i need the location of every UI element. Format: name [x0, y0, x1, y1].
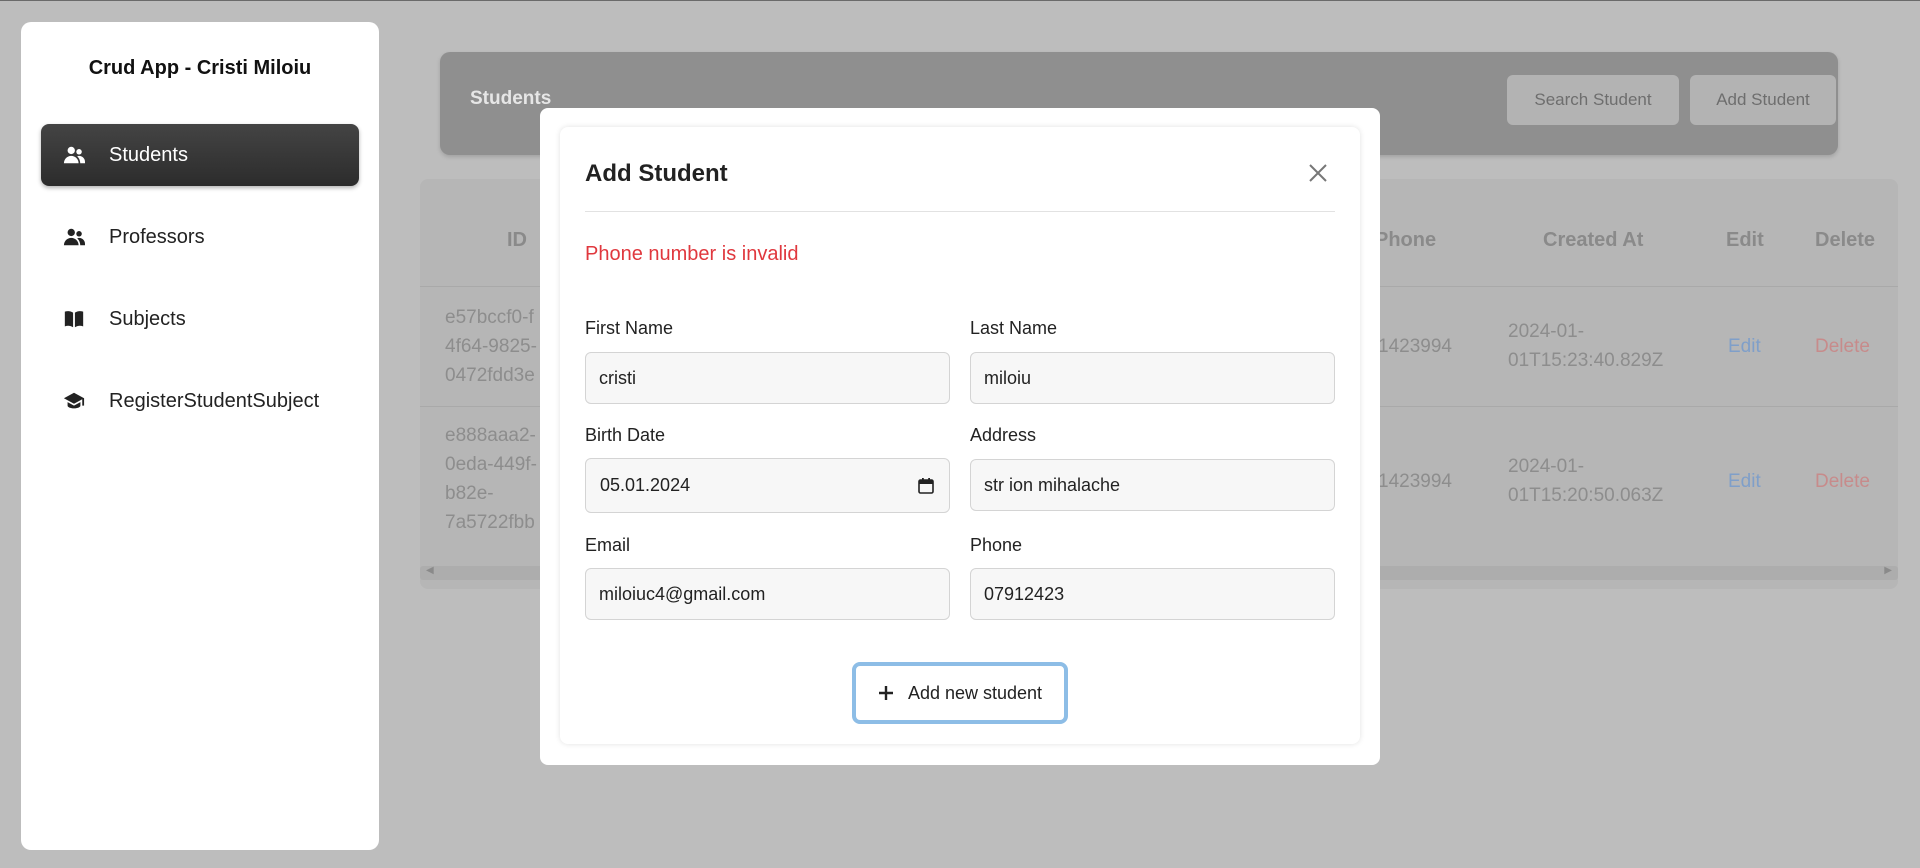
close-icon: [1309, 164, 1327, 182]
address-field[interactable]: [970, 459, 1335, 511]
first-name-label: First Name: [585, 318, 674, 338]
last-name-label: Last Name: [970, 318, 1058, 338]
column-header-edit: Edit: [1726, 229, 1764, 251]
column-header-delete: Delete: [1815, 229, 1876, 251]
graduation-cap-icon: [63, 390, 85, 412]
table-cell-phone: 1423994: [1378, 471, 1452, 492]
add-new-student-button[interactable]: Add new student: [852, 662, 1068, 724]
last-name-field[interactable]: [970, 352, 1335, 404]
app-title: Crud App - Cristi Miloiu: [88, 57, 312, 79]
add-student-button[interactable]: Add Student: [1690, 75, 1836, 125]
birth-date-label: Birth Date: [585, 425, 666, 445]
email-field[interactable]: [585, 568, 950, 620]
column-header-id: ID: [507, 229, 527, 251]
plus-icon: [878, 686, 893, 700]
add-student-modal: Add Student Phone number is invalid Firs…: [540, 108, 1380, 765]
sidebar-item-label: Subjects: [109, 307, 186, 330]
table-cell-id: e57bccf0-f 4f64-9825- 0472fdd3e: [445, 307, 537, 386]
birth-date-field[interactable]: 05.01.2024: [585, 458, 950, 513]
phone-field[interactable]: [970, 568, 1335, 620]
add-new-student-label: Add new student: [907, 682, 1043, 703]
sidebar-nav: Students Professors Subjects RegisterStu…: [21, 124, 379, 432]
table-cell-id: e888aaa2- 0eda-449f- b82e- 7a5722fbb: [445, 425, 537, 533]
table-cell-phone: 1423994: [1378, 336, 1452, 357]
sidebar-item-subjects[interactable]: Subjects: [41, 288, 359, 350]
email-label: Email: [585, 535, 631, 555]
close-button[interactable]: [1304, 159, 1332, 187]
phone-label: Phone: [970, 535, 1023, 555]
error-message: Phone number is invalid: [585, 243, 799, 265]
sidebar-item-label: Students: [109, 143, 188, 166]
sidebar-item-registerstudentsubject[interactable]: RegisterStudentSubject: [41, 370, 359, 432]
scroll-left-icon[interactable]: ◀: [426, 565, 434, 576]
modal-divider: [585, 211, 1335, 212]
table-cell-created-at: 2024-01- 01T15:23:40.829Z: [1508, 321, 1664, 371]
birth-date-value: 05.01.2024: [600, 475, 691, 495]
sidebar-item-professors[interactable]: Professors: [41, 206, 359, 268]
calendar-icon[interactable]: [917, 477, 935, 495]
sidebar-item-students[interactable]: Students: [41, 124, 359, 186]
modal-title: Add Student: [585, 160, 728, 187]
search-student-button[interactable]: Search Student: [1507, 75, 1679, 125]
table-cell-created-at: 2024-01- 01T15:20:50.063Z: [1508, 456, 1664, 506]
sidebar-item-label: Professors: [109, 225, 205, 248]
column-header-created-at: Created At: [1543, 229, 1644, 251]
address-label: Address: [970, 425, 1037, 445]
page-title: Students: [470, 88, 552, 109]
edit-link[interactable]: Edit: [1728, 467, 1761, 496]
users-icon: [63, 226, 85, 248]
column-header-phone: Phone: [1375, 229, 1437, 251]
modal-content: Add Student Phone number is invalid Firs…: [560, 127, 1360, 744]
scroll-right-icon[interactable]: ▶: [1884, 565, 1892, 576]
delete-link[interactable]: Delete: [1815, 467, 1870, 496]
delete-link[interactable]: Delete: [1815, 332, 1870, 361]
edit-link[interactable]: Edit: [1728, 332, 1761, 361]
sidebar-item-label: RegisterStudentSubject: [109, 389, 320, 412]
sidebar: Crud App - Cristi Miloiu Students Profes…: [21, 22, 379, 850]
users-icon: [63, 144, 85, 166]
first-name-field[interactable]: [585, 352, 950, 404]
book-icon: [63, 308, 85, 330]
